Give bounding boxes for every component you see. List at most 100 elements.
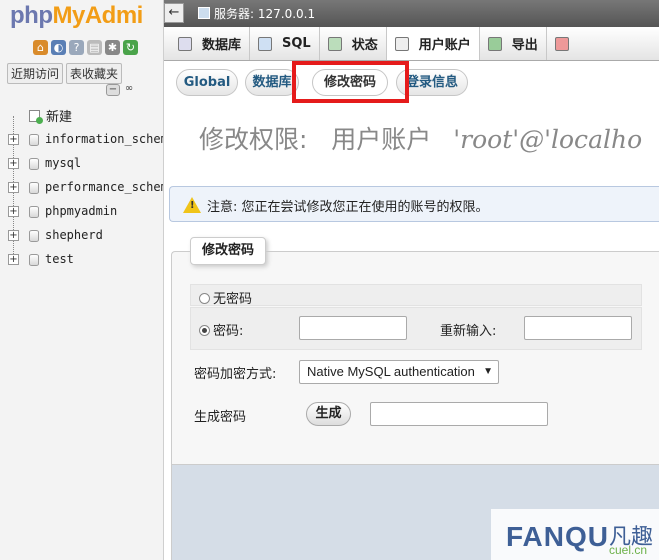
expand-icon[interactable]: + [8,182,19,193]
expand-icon[interactable]: + [8,254,19,265]
navigation-panel: phpMyAdmi ⌂ ◐ ? ▤ ✱ ↻ 近期访问 表收藏夹 − ∞ 新建 + [0,0,164,560]
sql-icon [258,36,273,51]
users-icon [394,36,409,51]
tree-item-label[interactable]: phpmyadmin [45,204,117,218]
chevron-down-icon: ▼ [483,366,493,377]
database-icon [29,254,39,266]
expand-icon[interactable]: + [8,134,19,145]
notice-text: 注意: 您正在尝试修改您正在使用的账号的权限。 [207,200,489,215]
tab-label: 数据库 [202,38,242,53]
notice-message: 注意: 您正在尝试修改您正在使用的账号的权限。 [169,186,659,222]
watermark-text: FANQU [506,521,609,552]
server-icon [198,7,210,19]
tree-item-performance-schema[interactable]: + performance_schema [0,176,163,200]
no-password-label: 无密码 [213,292,253,307]
database-icon [29,230,39,242]
tab-status[interactable]: 状态 [320,27,387,60]
tab-label: SQL [282,36,311,51]
title-user-value: 'root'@'localho [453,125,643,154]
recent-tables-button[interactable]: 近期访问 [7,63,64,84]
title-user-label: 用户账户 [331,125,432,154]
home-icon[interactable]: ⌂ [33,40,48,55]
subtab-global[interactable]: Global [176,69,238,96]
tree-item-label[interactable]: performance_schema [45,180,163,194]
subtab-database[interactable]: 数据库 [245,69,299,96]
no-password-row [190,284,642,306]
tab-sql[interactable]: SQL [250,27,320,60]
tree-item-test[interactable]: + test [0,248,163,272]
tree-item-shepherd[interactable]: + shepherd [0,224,163,248]
watermark-domain-text: cuel.cn [609,543,648,557]
tab-databases[interactable]: 数据库 [164,27,251,60]
expand-icon[interactable]: + [8,230,19,241]
collapse-nav-arrow-icon[interactable]: ← [164,3,184,23]
fieldset-legend: 修改密码 [190,237,266,265]
tab-label: 导出 [511,38,538,53]
tree-item-new[interactable]: 新建 [0,104,163,128]
new-database-icon [29,110,43,124]
title-prefix: 修改权限: [199,125,308,154]
server-label-text: 服务器: 127.0.0.1 [214,7,316,21]
generate-password-label: 生成密码 [194,410,247,425]
tab-export[interactable]: 导出 [480,27,547,60]
retype-password-input[interactable] [524,316,632,340]
generated-password-field[interactable] [370,402,548,426]
database-icon [29,182,39,194]
tree-item-information-schema[interactable]: + information_schema [0,128,163,152]
logout-icon[interactable]: ◐ [51,40,66,55]
no-password-radio[interactable] [199,293,210,304]
password-input[interactable] [299,316,407,340]
link-with-main-icon[interactable]: ∞ [122,84,136,96]
tab-label: 用户账户 [418,38,471,53]
warning-icon [183,197,201,213]
status-chart-icon [327,36,342,51]
import-icon [554,36,569,51]
tab-import[interactable] [547,27,577,60]
retype-label: 重新输入: [440,324,497,339]
tree-item-label[interactable]: information_schema [45,132,163,146]
database-tree: 新建 + information_schema + mysql + perfor… [0,104,163,272]
server-breadcrumb-bar: ← 服务器: 127.0.0.1 [164,0,659,27]
favorite-tables-button[interactable]: 表收藏夹 [66,63,123,84]
database-icon [178,36,192,51]
breadcrumb-server[interactable]: 服务器: 127.0.0.1 [198,5,315,22]
phpmyadmin-window: phpMyAdmi ⌂ ◐ ? ▤ ✱ ↻ 近期访问 表收藏夹 − ∞ 新建 + [0,0,659,560]
hashing-method-value: Native MySQL authentication [307,364,475,379]
no-password-option[interactable]: 无密码 [199,288,252,307]
phpmyadmin-logo[interactable]: phpMyAdmi [10,2,143,30]
tab-label: 状态 [351,38,378,53]
logo-php-text: php [10,2,53,29]
annotation-highlight-box [292,61,409,103]
tree-item-phpmyadmin[interactable]: + phpmyadmin [0,200,163,224]
watermark-logo: FANQU 凡趣 cuel.cn [491,509,659,560]
expand-icon[interactable]: + [8,158,19,169]
generate-button[interactable]: 生成 [306,402,351,426]
database-icon [29,206,39,218]
export-icon [487,36,502,51]
tree-item-label[interactable]: mysql [45,156,81,170]
quick-links: 近期访问 表收藏夹 [7,63,123,84]
password-option[interactable]: 密码: [199,320,243,339]
logo-myadmin-text: MyAdmi [52,2,143,29]
collapse-all-icon[interactable]: − [106,84,120,96]
hashing-method-select[interactable]: Native MySQL authentication ▼ [299,360,499,384]
password-radio[interactable] [199,325,210,336]
settings-gear-icon[interactable]: ✱ [105,40,120,55]
nav-icon-bar: ⌂ ◐ ? ▤ ✱ ↻ [33,40,138,55]
database-icon [29,134,39,146]
password-label: 密码: [213,324,244,339]
docs-icon[interactable]: ▤ [87,40,102,55]
tree-item-label: 新建 [46,110,73,125]
tree-controls: − ∞ [106,84,136,96]
reload-icon[interactable]: ↻ [123,40,138,55]
expand-icon[interactable]: + [8,206,19,217]
database-icon [29,158,39,170]
tree-item-label[interactable]: test [45,252,74,266]
page-title: 修改权限: 用户账户 'root'@'localho [199,120,642,156]
tree-item-mysql[interactable]: + mysql [0,152,163,176]
query-window-icon[interactable]: ? [69,40,84,55]
hashing-label: 密码加密方式: [194,367,277,382]
main-tabs: 数据库 SQL 状态 用户账户 导出 [164,27,659,61]
tab-user-accounts[interactable]: 用户账户 [386,27,480,60]
tree-item-label[interactable]: shepherd [45,228,103,242]
